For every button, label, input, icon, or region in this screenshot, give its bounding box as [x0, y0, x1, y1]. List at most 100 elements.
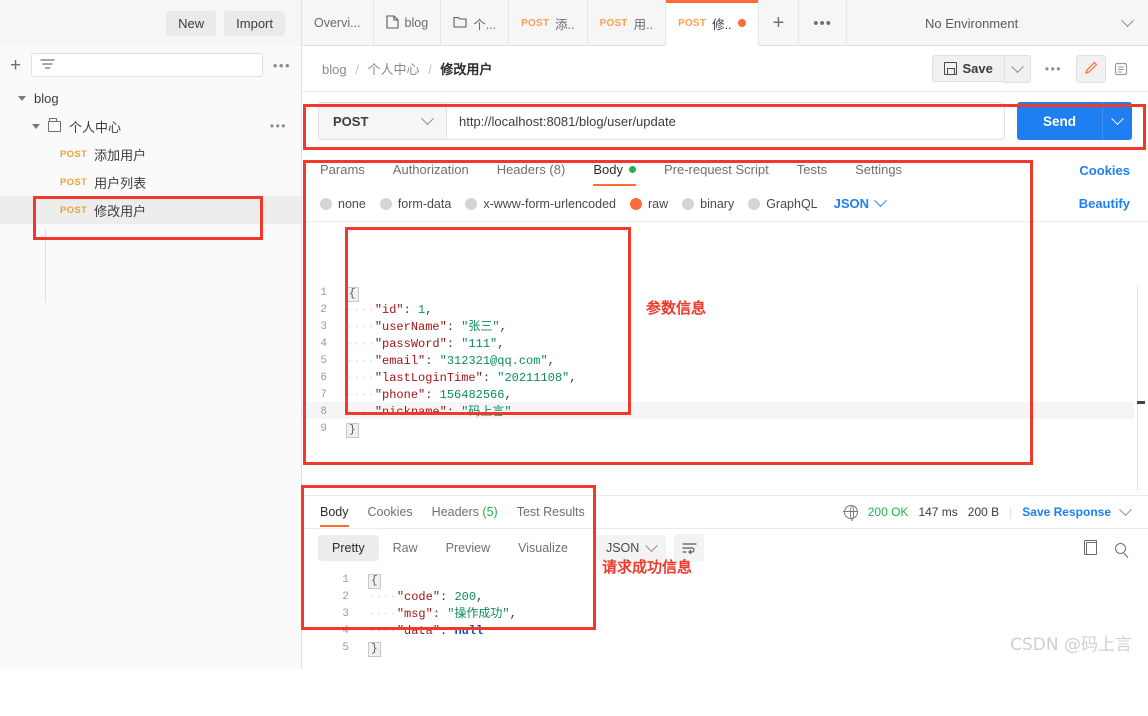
code-line: ····"userName": "张三",: [346, 319, 1148, 336]
body-type-raw[interactable]: raw: [630, 197, 668, 211]
url-input[interactable]: http://localhost:8081/blog/user/update: [447, 103, 1004, 139]
editor-code: { ····"id": 1, ····"userName": "张三", ···…: [346, 280, 1148, 438]
line-number: 4: [302, 336, 332, 353]
view-tab-visualize[interactable]: Visualize: [504, 535, 582, 561]
save-dropdown-button[interactable]: [1004, 55, 1031, 83]
code-line: ····"email": "312321@qq.com",: [346, 353, 1148, 370]
import-button[interactable]: Import: [224, 11, 285, 36]
fold-toggle-icon[interactable]: }: [368, 642, 381, 657]
tab-settings[interactable]: Settings: [841, 162, 916, 186]
tab-user-list[interactable]: POST 用..: [588, 0, 666, 46]
tab-label: Params: [320, 162, 365, 177]
sidebar-add-icon[interactable]: +: [10, 56, 21, 75]
fold-toggle-icon[interactable]: }: [346, 423, 359, 438]
response-view-tabs: Pretty Raw Preview Visualize JSON: [302, 529, 1148, 567]
view-tab-pretty[interactable]: Pretty: [318, 535, 379, 561]
tab-tests[interactable]: Tests: [783, 162, 841, 186]
search-icon[interactable]: [1115, 543, 1126, 554]
cookies-link[interactable]: Cookies: [1079, 163, 1130, 178]
request-method: POST: [60, 177, 87, 188]
line-number: 2: [302, 302, 332, 319]
sidebar-folder-personal-center[interactable]: 个人中心 •••: [0, 112, 301, 140]
body-type-none[interactable]: none: [320, 197, 366, 211]
new-button[interactable]: New: [166, 11, 216, 36]
send-button[interactable]: Send: [1017, 102, 1102, 140]
tab-update-user[interactable]: POST 修..: [666, 0, 758, 46]
sidebar-folder-more-button[interactable]: •••: [270, 119, 287, 133]
copy-icon[interactable]: [1086, 542, 1097, 555]
body-type-graphql[interactable]: GraphQL: [748, 197, 817, 211]
response-tab-test-results[interactable]: Test Results: [517, 505, 598, 519]
wrap-lines-icon: [682, 542, 697, 554]
response-size: 200 B: [968, 505, 999, 519]
fold-toggle-icon[interactable]: {: [368, 574, 381, 589]
chevron-down-icon[interactable]: [1119, 503, 1132, 516]
code-line: {: [368, 572, 1148, 589]
editor-scrollbar[interactable]: [1137, 283, 1145, 493]
edit-comment-button[interactable]: [1076, 55, 1106, 83]
sidebar-request-update-user[interactable]: POST 修改用户: [0, 196, 301, 224]
line-number: 3: [302, 606, 354, 623]
breadcrumb-bar: blog / 个人中心 / 修改用户 Save •••: [302, 46, 1148, 92]
request-body-editor[interactable]: 1 2 3 4 5 6 7 8 9 { ····"id": 1, ····"us…: [302, 280, 1148, 496]
breadcrumb-part-2[interactable]: 个人中心: [367, 62, 419, 77]
beautify-link[interactable]: Beautify: [1079, 196, 1130, 211]
tab-label: blog: [405, 16, 429, 30]
response-tab-headers[interactable]: Headers (5): [432, 505, 511, 519]
radio-label: form-data: [398, 197, 452, 211]
body-type-binary[interactable]: binary: [682, 197, 734, 211]
view-tab-raw[interactable]: Raw: [379, 535, 432, 561]
sidebar-folder-label: 个人中心: [69, 117, 121, 136]
response-actions: [1086, 542, 1132, 555]
response-tab-body[interactable]: Body: [320, 505, 362, 519]
radio-icon: [465, 198, 477, 210]
environment-selector[interactable]: No Environment: [909, 0, 1148, 46]
tab-authorization[interactable]: Authorization: [379, 162, 483, 186]
tab-label: 添..: [555, 14, 574, 33]
request-label: 修改用户: [94, 201, 146, 220]
line-number: 5: [302, 353, 332, 370]
fold-toggle-icon[interactable]: {: [346, 287, 359, 302]
response-time: 147 ms: [918, 505, 957, 519]
body-present-dot-icon: [629, 166, 636, 173]
request-method: POST: [60, 205, 87, 216]
view-tab-preview[interactable]: Preview: [432, 535, 504, 561]
send-dropdown-button[interactable]: [1102, 102, 1132, 140]
watermark: CSDN @码上言: [1010, 630, 1132, 655]
tab-label: Settings: [855, 162, 902, 177]
body-format-select[interactable]: JSON: [834, 196, 885, 211]
sidebar-more-button[interactable]: •••: [273, 58, 291, 73]
save-button[interactable]: Save: [932, 55, 1004, 82]
tab-headers[interactable]: Headers (8): [483, 162, 580, 186]
breadcrumb-separator: /: [355, 62, 359, 77]
save-response-button[interactable]: Save Response: [1022, 505, 1111, 519]
radio-icon-selected: [630, 198, 642, 210]
tab-blog-collection[interactable]: blog: [374, 0, 442, 46]
radio-label: GraphQL: [766, 197, 817, 211]
sidebar-filter-input[interactable]: [31, 53, 263, 77]
tab-add-user[interactable]: POST 添..: [509, 0, 587, 46]
request-more-button[interactable]: •••: [1031, 62, 1076, 76]
scrollbar-thumb[interactable]: [1137, 401, 1145, 404]
request-label: 用户列表: [94, 173, 146, 192]
tab-options-button[interactable]: •••: [799, 0, 847, 46]
body-type-urlencoded[interactable]: x-www-form-urlencoded: [465, 197, 616, 211]
new-tab-button[interactable]: +: [759, 0, 800, 46]
collection-icon: [386, 15, 399, 32]
tab-pre-request-script[interactable]: Pre-request Script: [650, 162, 783, 186]
http-method-select[interactable]: POST: [319, 103, 447, 139]
body-type-form-data[interactable]: form-data: [380, 197, 452, 211]
tab-params[interactable]: Params: [318, 162, 379, 186]
response-tab-cookies[interactable]: Cookies: [368, 505, 426, 519]
breadcrumb-part-1[interactable]: blog: [322, 62, 347, 77]
line-number: 5: [302, 640, 354, 657]
tab-body[interactable]: Body: [579, 162, 650, 186]
tab-overview[interactable]: Overvi...: [302, 0, 374, 46]
sidebar-request-user-list[interactable]: POST 用户列表: [0, 168, 301, 196]
sidebar-collection-blog[interactable]: blog: [0, 84, 301, 112]
sidebar-request-add-user[interactable]: POST 添加用户: [0, 140, 301, 168]
chevron-down-icon: [1121, 14, 1134, 27]
line-number: 7: [302, 387, 332, 404]
comments-button[interactable]: [1106, 55, 1136, 83]
tab-folder-personal-center[interactable]: 个...: [441, 0, 509, 46]
